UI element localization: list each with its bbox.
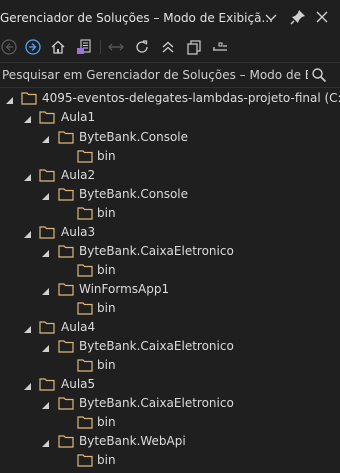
tree-row-bin[interactable]: bin: [0, 147, 340, 166]
folder-icon: [58, 339, 74, 353]
solution-tree: 4095-eventos-delegates-lambdas-projeto-f…: [0, 89, 340, 473]
expand-arrow-icon[interactable]: [41, 285, 50, 295]
folder-icon: [77, 263, 93, 277]
folder-icon: [39, 377, 55, 391]
tree-label: bin: [97, 358, 116, 372]
tree-row-bin[interactable]: bin: [0, 356, 340, 375]
chevron-down-icon[interactable]: [262, 8, 280, 26]
expand-arrow-icon[interactable]: [23, 228, 32, 238]
tree-label: Aula5: [61, 377, 96, 391]
folder-icon: [77, 453, 93, 467]
expand-arrow-icon[interactable]: [41, 190, 50, 200]
tree-row-bin[interactable]: bin: [0, 451, 340, 470]
search-bar[interactable]: Pesquisar em Gerenciador de Soluções – M…: [0, 62, 340, 88]
folder-icon: [77, 206, 93, 220]
forward-icon[interactable]: [24, 38, 42, 56]
expand-arrow-icon[interactable]: [23, 113, 32, 123]
search-icon[interactable]: [311, 67, 327, 83]
tree-label: ByteBank.WebApi: [79, 434, 186, 448]
search-input[interactable]: Pesquisar em Gerenciador de Soluções – M…: [2, 68, 308, 82]
folder-icon: [58, 244, 74, 258]
home-icon[interactable]: [49, 38, 67, 56]
tree-row-aula1[interactable]: Aula1: [0, 108, 340, 127]
tree-row-project[interactable]: ByteBank.CaixaEletronico: [0, 394, 340, 413]
tree-label: bin: [97, 415, 116, 429]
tree-label: bin: [97, 263, 116, 277]
toolbar-separator: [100, 40, 101, 54]
tree-label: Aula1: [61, 110, 96, 124]
tree-row-project[interactable]: ByteBank.Console: [0, 128, 340, 147]
folder-icon: [39, 110, 55, 124]
tree-label: bin: [97, 206, 116, 220]
folder-icon: [58, 282, 74, 296]
tree-row-bin[interactable]: bin: [0, 261, 340, 280]
properties-icon[interactable]: [211, 38, 229, 56]
title-bar: Gerenciador de Soluções – Modo de Exibiç…: [0, 0, 340, 34]
expand-arrow-icon[interactable]: [23, 323, 32, 333]
tree-row-bin[interactable]: bin: [0, 413, 340, 432]
show-all-files-icon[interactable]: [185, 38, 203, 56]
tree-label: 4095-eventos-delegates-lambdas-projeto-f…: [42, 91, 340, 105]
expand-arrow-icon[interactable]: [41, 342, 50, 352]
tree-label: ByteBank.Console: [79, 130, 189, 144]
folder-icon: [39, 225, 55, 239]
sync-with-active-document-icon[interactable]: [107, 38, 125, 56]
expand-arrow-icon[interactable]: [5, 94, 14, 104]
tree-label: Aula2: [61, 168, 96, 182]
close-icon[interactable]: [313, 8, 331, 26]
folder-icon: [21, 91, 37, 105]
folder-icon: [39, 168, 55, 182]
tree-label: bin: [97, 149, 116, 163]
expand-arrow-icon[interactable]: [23, 171, 32, 181]
tree-label: bin: [97, 453, 116, 467]
folder-icon: [77, 415, 93, 429]
switch-views-icon[interactable]: [75, 38, 93, 56]
expand-arrow-icon[interactable]: [41, 399, 50, 409]
collapse-all-icon[interactable]: [159, 38, 177, 56]
tree-label: ByteBank.CaixaEletronico: [79, 396, 234, 410]
window-title: Gerenciador de Soluções – Modo de Exibiç…: [0, 11, 273, 25]
expand-arrow-icon[interactable]: [41, 247, 50, 257]
folder-icon: [58, 187, 74, 201]
expand-arrow-icon[interactable]: [41, 437, 50, 447]
tree-label: ByteBank.Console: [79, 187, 189, 201]
folder-icon: [77, 358, 93, 372]
tree-row-bin[interactable]: bin: [0, 299, 340, 318]
tree-row-solution[interactable]: 4095-eventos-delegates-lambdas-projeto-f…: [0, 89, 340, 108]
tree-row-project[interactable]: ByteBank.CaixaEletronico: [0, 337, 340, 356]
expand-arrow-icon[interactable]: [41, 133, 50, 143]
folder-icon: [58, 396, 74, 410]
tree-row-project[interactable]: ByteBank.WebApi: [0, 432, 340, 451]
back-icon[interactable]: [0, 38, 18, 56]
tree-label: bin: [97, 301, 116, 315]
toolbar: [0, 34, 340, 60]
tree-row-aula2[interactable]: Aula2: [0, 166, 340, 185]
pin-icon[interactable]: [289, 8, 307, 26]
tree-label: Aula4: [61, 320, 96, 334]
tree-row-aula3[interactable]: Aula3: [0, 223, 340, 242]
tree-label: ByteBank.CaixaEletronico: [79, 244, 234, 258]
folder-icon: [58, 434, 74, 448]
tree-label: Aula3: [61, 225, 96, 239]
tree-row-project[interactable]: WinFormsApp1: [0, 280, 340, 299]
tree-row-project[interactable]: ByteBank.Console: [0, 185, 340, 204]
tree-label: ByteBank.CaixaEletronico: [79, 339, 234, 353]
tree-row-aula4[interactable]: Aula4: [0, 318, 340, 337]
folder-icon: [77, 149, 93, 163]
folder-icon: [39, 320, 55, 334]
refresh-icon[interactable]: [133, 38, 151, 56]
tree-row-project[interactable]: ByteBank.CaixaEletronico: [0, 242, 340, 261]
tree-label: WinFormsApp1: [79, 282, 170, 296]
expand-arrow-icon[interactable]: [23, 380, 32, 390]
folder-icon: [77, 301, 93, 315]
tree-row-bin[interactable]: bin: [0, 204, 340, 223]
tree-row-aula5[interactable]: Aula5: [0, 375, 340, 394]
folder-icon: [58, 130, 74, 144]
